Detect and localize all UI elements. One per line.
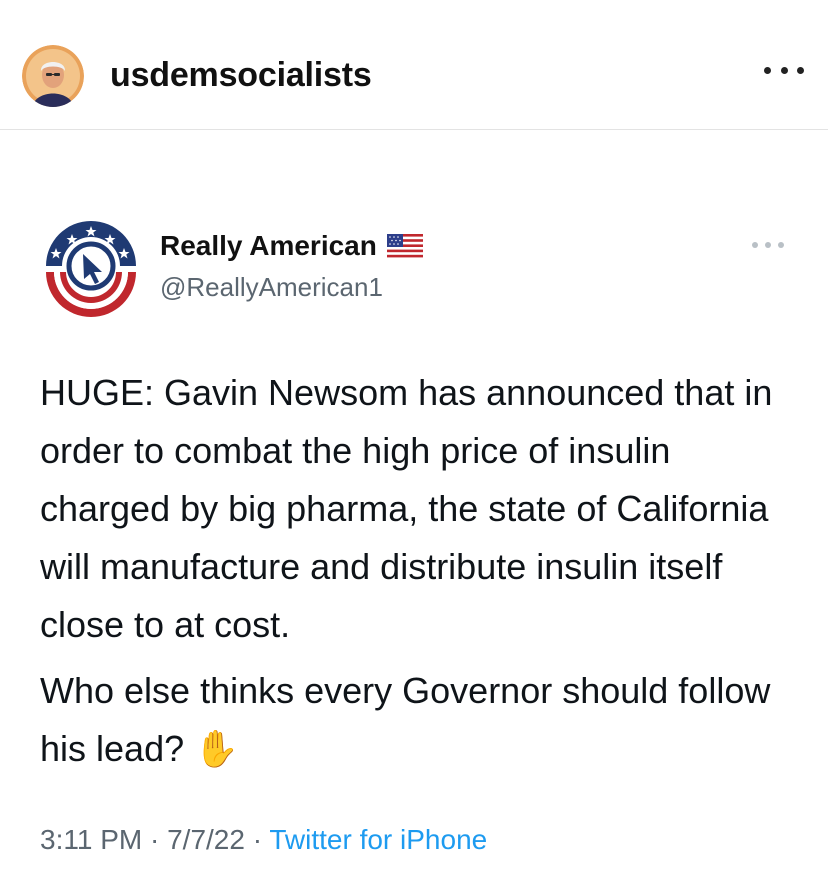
tweet-metadata: 3:11 PM · 7/7/22 · Twitter for iPhone	[40, 824, 487, 856]
tweet-more-options-icon[interactable]	[752, 240, 784, 250]
dot	[778, 242, 784, 248]
dot	[780, 66, 788, 74]
dot	[752, 242, 758, 248]
username[interactable]: usdemsocialists	[110, 56, 372, 95]
separator: ·	[149, 824, 160, 855]
tweet-paragraph: HUGE: Gavin Newsom has announced that in…	[40, 372, 773, 645]
avatar[interactable]	[22, 45, 84, 107]
display-name-text: Really American	[160, 230, 377, 261]
tweet-time[interactable]: 3:11 PM	[40, 824, 142, 855]
tweet-handle[interactable]: @ReallyAmerican1	[160, 272, 383, 303]
tweet-display-name[interactable]: Really American	[160, 230, 423, 262]
separator: ·	[252, 824, 263, 855]
instagram-post-header: usdemsocialists	[0, 0, 828, 130]
dot	[797, 66, 804, 74]
dot	[765, 242, 771, 248]
really-american-logo-icon[interactable]	[40, 212, 142, 320]
more-options-icon[interactable]	[764, 60, 804, 80]
tweet-date[interactable]: 7/7/22	[167, 824, 245, 855]
tweet-text: HUGE: Gavin Newsom has announced that in…	[40, 364, 810, 778]
avatar-portrait-icon	[22, 45, 84, 107]
tweet-source-link[interactable]: Twitter for iPhone	[269, 824, 487, 855]
us-flag-icon	[386, 234, 423, 258]
tweet-paragraph: Who else thinks every Governor should fo…	[40, 670, 771, 769]
dot	[764, 66, 771, 74]
